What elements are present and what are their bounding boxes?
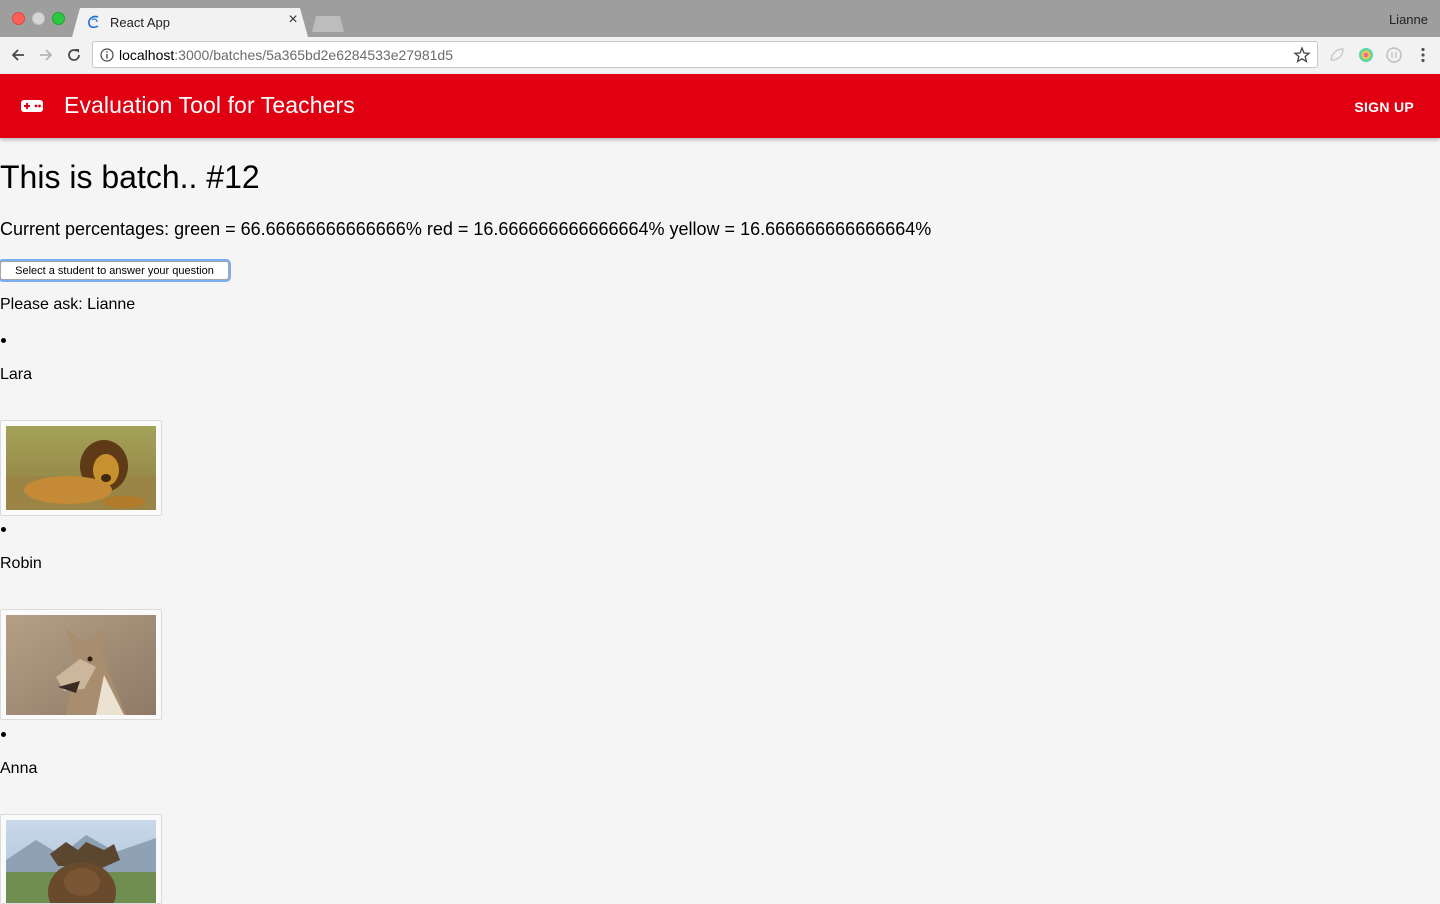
student-photo[interactable]: [0, 420, 162, 516]
moose-image: [6, 820, 156, 903]
minimize-window-button[interactable]: [32, 12, 45, 25]
url-host: localhost: [119, 47, 175, 63]
menu-kebab-icon[interactable]: [1414, 46, 1432, 64]
extension-color-icon[interactable]: [1357, 46, 1375, 64]
url-path: :3000/batches/5a365bd2e6284533e27981d5: [174, 47, 453, 63]
student-name: Robin: [0, 555, 42, 572]
reload-button[interactable]: [64, 45, 84, 65]
address-bar[interactable]: localhost:3000/batches/5a365bd2e6284533e…: [92, 41, 1318, 68]
extension-leaf-icon[interactable]: [1328, 46, 1346, 64]
react-favicon-icon: [88, 15, 99, 29]
url-text[interactable]: localhost:3000/batches/5a365bd2e6284533e…: [119, 47, 453, 63]
tab-close-icon[interactable]: ×: [285, 12, 301, 28]
main-content: This is batch.. #12 Current percentages:…: [0, 138, 1440, 904]
reload-icon: [68, 49, 80, 61]
select-student-button[interactable]: Select a student to answer your question: [0, 261, 229, 280]
maximize-window-button[interactable]: [52, 12, 65, 25]
ask-student-text: Please ask: Lianne: [0, 296, 136, 313]
browser-tab[interactable]: [72, 8, 308, 37]
lion-image: [6, 426, 156, 510]
student-photo[interactable]: [0, 609, 162, 720]
app-title: Evaluation Tool for Teachers: [64, 92, 355, 118]
arrow-right-icon: [40, 49, 53, 61]
list-bullet: [1, 338, 6, 343]
list-bullet: [1, 732, 6, 737]
arrow-left-icon: [11, 49, 24, 61]
browser-toolbar: localhost:3000/batches/5a365bd2e6284533e…: [0, 37, 1440, 75]
student-name: Lara: [0, 366, 33, 383]
app-bar: Evaluation Tool for Teachers SIGN UP: [0, 74, 1440, 138]
student-name: Anna: [0, 760, 38, 777]
bookmark-star-icon[interactable]: [1293, 46, 1311, 64]
new-tab-button[interactable]: [312, 16, 344, 32]
list-bullet: [1, 527, 6, 532]
extension-circle-icon[interactable]: [1385, 46, 1403, 64]
tab-title: React App: [110, 15, 170, 30]
close-window-button[interactable]: [12, 12, 25, 25]
coyote-image: [6, 615, 156, 715]
info-icon[interactable]: [100, 48, 114, 62]
percentages-text: Current percentages: green = 66.66666666…: [0, 219, 932, 239]
profile-name[interactable]: Lianne: [1389, 12, 1428, 27]
page-title: This is batch.. #12: [0, 159, 260, 195]
student-photo[interactable]: [0, 814, 162, 904]
browser-tab-bar: React App × Lianne: [0, 0, 1440, 37]
forward-button[interactable]: [36, 45, 56, 65]
signup-button[interactable]: SIGN UP: [1354, 99, 1414, 115]
gamepad-icon[interactable]: [20, 96, 44, 116]
back-button[interactable]: [8, 45, 28, 65]
